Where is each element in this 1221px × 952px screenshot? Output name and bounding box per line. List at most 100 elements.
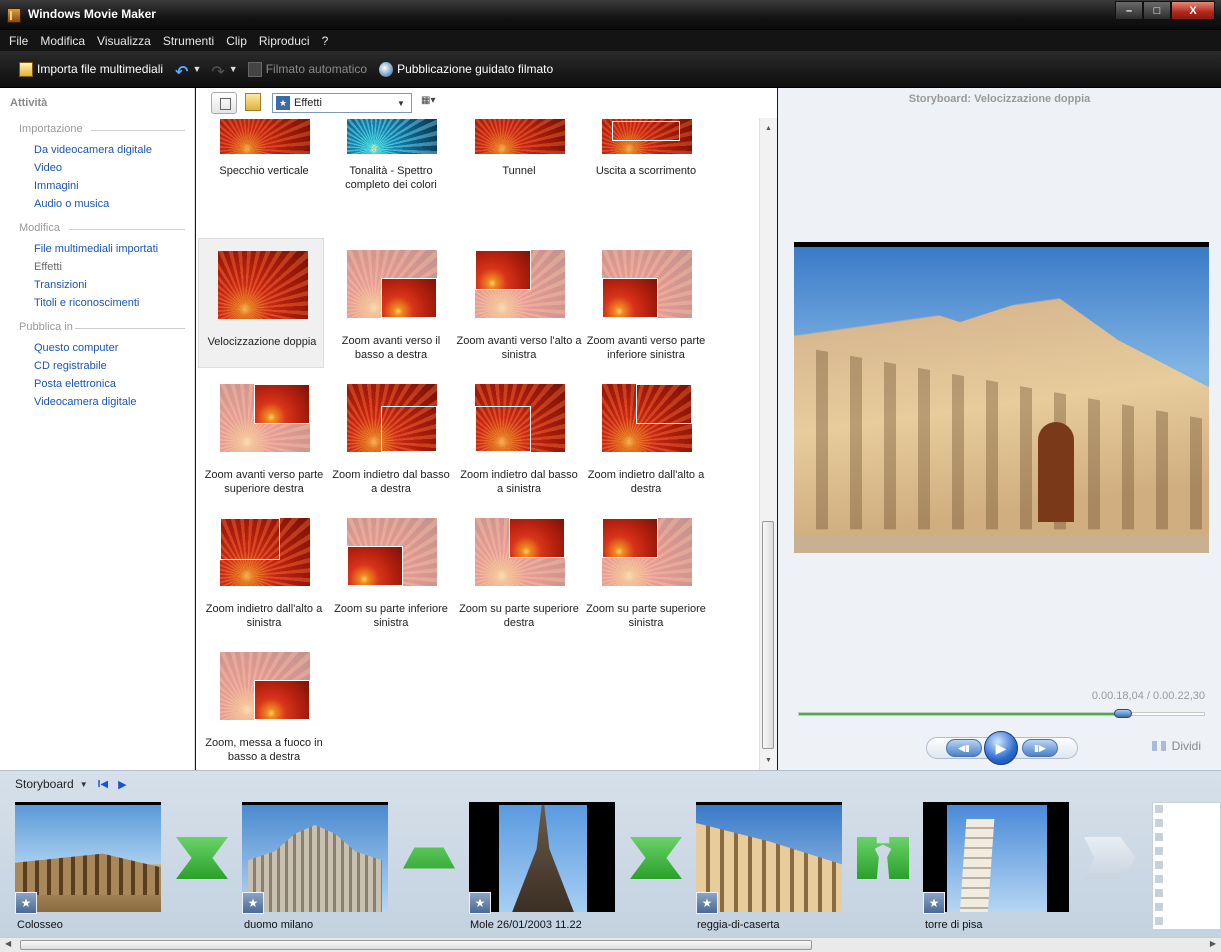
effect-item[interactable]: Specchio verticale (201, 118, 327, 214)
storyboard-clip[interactable]: ★ (469, 802, 615, 914)
window-title: Windows Movie Maker (28, 7, 156, 21)
play-storyboard-icon[interactable]: ▶ (118, 778, 126, 791)
effect-item[interactable]: Zoom avanti verso parte superiore destra (201, 372, 327, 502)
section-publish-label: Pubblica in (19, 321, 73, 333)
task-link-transizioni[interactable]: Transizioni (34, 279, 87, 291)
split-label: Dividi (1171, 739, 1201, 753)
task-link-video[interactable]: Video (34, 162, 62, 174)
effect-label: Zoom, messa a fuoco in basso a destra (205, 737, 323, 763)
next-frame-button[interactable]: ▮▶ (1022, 739, 1058, 757)
task-link-computer[interactable]: Questo computer (34, 342, 118, 354)
storyboard-clip[interactable]: ★ (923, 802, 1069, 914)
scrollbar-thumb[interactable] (20, 940, 812, 950)
effect-star-icon[interactable]: ★ (15, 892, 37, 914)
view-options-icon[interactable]: ▦▾ (421, 95, 443, 111)
previous-frame-button[interactable]: ◀▮ (946, 739, 982, 757)
storyboard-clip[interactable]: ★ (15, 802, 161, 914)
undo-dropdown-icon[interactable]: ▼ (192, 64, 201, 74)
effect-item[interactable]: Uscita a scorrimento (583, 118, 709, 214)
task-link-imported-media[interactable]: File multimediali importati (34, 243, 158, 255)
effect-item[interactable]: Tunnel (456, 118, 582, 214)
folder-up-icon[interactable] (245, 93, 261, 111)
scroll-right-icon[interactable]: ▶ (1210, 939, 1216, 948)
effect-item[interactable]: Zoom, messa a fuoco in basso a destra (201, 640, 327, 770)
effect-item[interactable]: Zoom indietro dall'alto a destra (583, 372, 709, 502)
effect-item[interactable]: Zoom indietro dal basso a destra (328, 372, 454, 502)
redo-dropdown-icon[interactable]: ▼ (229, 64, 238, 74)
split-button[interactable]: Dividi (1151, 739, 1201, 753)
effect-item[interactable]: Zoom avanti verso l'alto a sinistra (456, 238, 582, 368)
empty-clip-slot[interactable] (1152, 802, 1221, 930)
section-divider (75, 328, 185, 329)
seek-bar[interactable] (798, 709, 1205, 718)
task-link-audio[interactable]: Audio o musica (34, 198, 109, 210)
close-button[interactable]: X (1171, 1, 1215, 20)
seek-thumb[interactable] (1114, 709, 1132, 718)
minimize-button[interactable]: – (1115, 1, 1143, 20)
effect-star-icon[interactable]: ★ (923, 892, 945, 914)
effect-item[interactable]: Zoom avanti verso il basso a destra (328, 238, 454, 368)
scroll-left-icon[interactable]: ◀ (5, 939, 11, 948)
task-link-immagini[interactable]: Immagini (34, 180, 79, 192)
undo-icon[interactable]: ↶ (175, 62, 188, 81)
collection-selected: Effetti (294, 97, 322, 109)
effect-star-icon[interactable]: ★ (242, 892, 264, 914)
menu-modifica[interactable]: Modifica (40, 34, 85, 48)
effect-item[interactable]: Zoom avanti verso parte inferiore sinist… (583, 238, 709, 368)
effect-star-icon[interactable]: ★ (469, 892, 491, 914)
automovie-button[interactable]: Filmato automatico (247, 61, 367, 77)
menu-clip[interactable]: Clip (226, 34, 247, 48)
storyboard-scrollbar[interactable]: ◀ ▶ (0, 937, 1221, 952)
maximize-button[interactable]: □ (1143, 1, 1171, 20)
task-link-dv-camera[interactable]: Videocamera digitale (34, 396, 137, 408)
transition-slot-empty[interactable] (1084, 837, 1136, 879)
effect-item-selected[interactable]: Velocizzazione doppia (198, 238, 324, 368)
menu-riproduci[interactable]: Riproduci (259, 34, 310, 48)
transition-slot[interactable] (630, 837, 682, 879)
movie-maker-window: Windows Movie Maker – □ X File Modifica … (0, 0, 1221, 952)
transition-slot[interactable] (403, 837, 455, 879)
storyboard-view-dropdown[interactable]: Storyboard (15, 777, 74, 791)
rewind-storyboard-icon[interactable]: I◀ (98, 779, 108, 790)
task-link-titoli[interactable]: Titoli e riconoscimenti (34, 297, 139, 309)
effect-item[interactable]: Tonalità - Spettro completo dei colori (328, 118, 454, 214)
effect-item[interactable]: Zoom indietro dal basso a sinistra (456, 372, 582, 502)
collection-dropdown[interactable]: ★ Effetti ▼ (272, 93, 412, 113)
transition-slot[interactable] (857, 837, 909, 879)
tasks-toggle-button[interactable] (211, 92, 237, 114)
menu-strumenti[interactable]: Strumenti (163, 34, 214, 48)
title-bar: Windows Movie Maker – □ X (0, 0, 1221, 30)
transition-slot[interactable] (176, 837, 228, 879)
menu-file[interactable]: File (9, 34, 28, 48)
effect-item[interactable]: Zoom su parte superiore sinistra (583, 506, 709, 636)
storyboard-clip[interactable]: ★ (242, 802, 388, 914)
effect-label: Zoom indietro dal basso a sinistra (460, 469, 578, 495)
collection-scrollbar[interactable]: ▲ ▼ (759, 118, 777, 770)
publish-movie-button[interactable]: Pubblicazione guidato filmato (379, 61, 553, 77)
effect-thumbnail (475, 518, 565, 586)
menu-visualizza[interactable]: Visualizza (97, 34, 151, 48)
task-link-videocamera[interactable]: Da videocamera digitale (34, 144, 152, 156)
effect-star-icon[interactable]: ★ (696, 892, 718, 914)
effect-item[interactable]: Zoom su parte inferiore sinistra (328, 506, 454, 636)
redo-icon[interactable]: ↷ (211, 62, 224, 81)
scroll-down-icon[interactable]: ▼ (760, 752, 777, 768)
film-icon (7, 8, 21, 23)
import-icon (19, 61, 33, 77)
task-link-cd[interactable]: CD registrabile (34, 360, 107, 372)
chevron-down-icon[interactable]: ▼ (80, 780, 88, 789)
storyboard-panel: Storyboard ▼ I◀ ▶ ★ Colosseo ★ duomo mil… (0, 770, 1221, 937)
effect-item[interactable]: Zoom su parte superiore destra (456, 506, 582, 636)
scroll-up-icon[interactable]: ▲ (760, 120, 777, 136)
menu-help[interactable]: ? (322, 34, 329, 48)
effect-thumbnail (602, 518, 692, 586)
effect-label: Zoom su parte superiore sinistra (586, 603, 706, 629)
task-link-effetti: Effetti (34, 261, 62, 273)
effect-item[interactable]: Zoom indietro dall'alto a sinistra (201, 506, 327, 636)
storyboard-clip[interactable]: ★ (696, 802, 842, 914)
task-link-email[interactable]: Posta elettronica (34, 378, 116, 390)
scrollbar-thumb[interactable] (762, 521, 774, 749)
effect-label: Tunnel (502, 165, 536, 177)
import-media-button[interactable]: Importa file multimediali (19, 61, 163, 77)
play-button[interactable]: ▶ (984, 731, 1018, 765)
